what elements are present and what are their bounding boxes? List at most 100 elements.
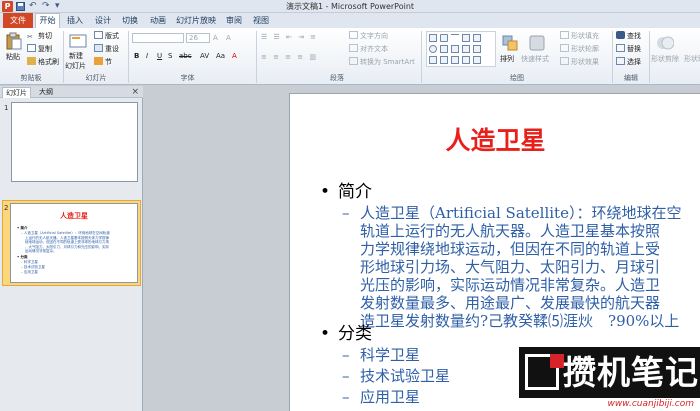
intro-text-line[interactable]: 造卫星发射数量约?己教癸鞣⑸涯炏 ?90%以上 — [360, 312, 679, 330]
select-arrow-icon — [616, 57, 625, 65]
font-name-dropdown[interactable] — [132, 33, 184, 43]
category-item[interactable]: – 技术试验卫星 — [342, 367, 450, 385]
thumbnail-line: – 科学卫星 — [21, 260, 38, 264]
category-item[interactable]: – 应用卫星 — [342, 388, 420, 406]
underline-button[interactable]: U — [157, 51, 162, 61]
slides-pane: 幻灯片 大纲 × 1 2 人造卫星 • 简介 – 人造卫星（Artificial… — [0, 86, 143, 411]
tab-outline-pane[interactable]: 大纲 — [36, 87, 56, 98]
replace-icon — [616, 44, 625, 52]
bullet-categories[interactable]: • 分类 — [320, 324, 372, 344]
shape-rightangle[interactable] — [451, 45, 459, 53]
format-painter-button[interactable]: 格式刷 — [27, 57, 59, 67]
tab-slideshow[interactable]: 幻灯片放映 — [175, 14, 217, 28]
group-label-paragraph: 段落 — [330, 74, 344, 82]
site-watermark: 攒机笔记 www.cuanjibiji.com — [519, 347, 700, 411]
tab-slides-pane[interactable]: 幻灯片 — [2, 87, 31, 98]
text-direction-button[interactable]: 文字方向 — [349, 31, 388, 41]
change-case-button[interactable]: Aa — [216, 51, 225, 61]
shape-textbox[interactable] — [440, 34, 448, 42]
italic-button[interactable]: I — [146, 51, 148, 61]
shape-rectangle[interactable] — [429, 34, 437, 42]
slide-thumbnail-1[interactable] — [11, 102, 138, 182]
shape-arrow[interactable] — [462, 34, 470, 42]
shape-bracket[interactable] — [451, 56, 459, 64]
list-buttons[interactable]: ☰ ☰ ⇤ ⇥ ≡ — [261, 32, 318, 42]
watermark-text: 攒机笔记 — [563, 353, 699, 392]
cut-button[interactable]: ✂ 剪切 — [27, 31, 52, 41]
new-slide-icon[interactable] — [69, 32, 87, 50]
shape-more[interactable] — [473, 56, 481, 64]
shapes-gallery[interactable] — [426, 31, 496, 67]
bullet-intro[interactable]: • 简介 — [320, 182, 372, 202]
select-button[interactable]: 选择 — [616, 57, 641, 67]
thumbnail-line: – 应用卫星 — [21, 270, 38, 274]
shape-outline-button[interactable]: 形状轮廓 — [560, 44, 599, 54]
tab-transitions[interactable]: 切换 — [119, 14, 141, 28]
shape-effects-button[interactable]: 形状效果 — [560, 57, 599, 67]
strikethrough-button[interactable]: abc — [179, 51, 192, 61]
tab-review[interactable]: 审阅 — [223, 14, 245, 28]
intro-text-line[interactable]: 发射数量最多、用途最广、发展最快的航天器 — [360, 294, 660, 312]
intro-text-line[interactable]: 形地球引力场、大气阻力、太阳引力、月球引 — [360, 258, 660, 276]
category-item[interactable]: – 科学卫星 — [342, 346, 420, 364]
section-icon — [94, 57, 103, 65]
shape-brace[interactable] — [473, 45, 481, 53]
shape-flow[interactable] — [462, 56, 470, 64]
close-icon[interactable]: × — [131, 86, 139, 98]
group-label-font: 字体 — [180, 74, 195, 82]
tab-animations[interactable]: 动画 — [147, 14, 169, 28]
section-button[interactable]: 节 — [94, 57, 112, 67]
font-size-grow-shrink[interactable]: A A — [213, 33, 234, 43]
replace-button[interactable]: 替换 — [616, 44, 641, 54]
shape-fill-button[interactable]: 形状填充 — [560, 31, 599, 41]
paste-button[interactable]: 粘贴 — [6, 52, 20, 62]
shape-line[interactable] — [451, 34, 459, 42]
bold-button[interactable]: B — [134, 51, 139, 61]
shape-triangle[interactable] — [440, 45, 448, 53]
arrange-button[interactable]: 排列 — [500, 54, 514, 64]
find-button[interactable]: 查找 — [616, 31, 641, 41]
new-slide-button-label2[interactable]: 幻灯片 — [65, 61, 86, 71]
paste-icon[interactable] — [5, 32, 23, 50]
tab-home[interactable]: 开始 — [35, 13, 60, 28]
copy-button[interactable]: 复制 — [27, 44, 52, 54]
thumbnail-line: • 分类 — [17, 255, 28, 259]
align-text-button[interactable]: 对齐文本 — [349, 44, 388, 54]
intro-text-line[interactable]: – 人造卫星（Artificial Satellite）：环绕地球在空 — [342, 204, 681, 222]
convert-smartart-button[interactable]: 转换为 SmartArt — [349, 57, 415, 67]
shape-subtract-icon[interactable] — [656, 34, 674, 52]
shape-callout[interactable] — [440, 56, 448, 64]
shape-curve[interactable] — [462, 45, 470, 53]
shape-arrow2[interactable] — [473, 34, 481, 42]
font-color-button[interactable]: A — [232, 51, 237, 61]
copy-icon — [27, 44, 36, 52]
brush-icon — [27, 57, 36, 65]
layout-button[interactable]: 版式 — [94, 31, 119, 41]
intro-text-line[interactable]: 轨道上运行的无人航天器。人造卫星基本按照 — [360, 222, 660, 240]
group-label-clipboard: 剪贴板 — [20, 74, 42, 82]
tab-design[interactable]: 设计 — [92, 14, 114, 28]
font-size-dropdown[interactable]: 26 — [186, 33, 210, 43]
shadow-button[interactable]: S — [168, 51, 172, 61]
arrange-icon[interactable] — [501, 34, 519, 52]
shape-oval[interactable] — [429, 45, 437, 53]
intro-text-line[interactable]: 力学规律绕地球运动，但因在不同的轨道上受 — [360, 240, 660, 258]
shape-star[interactable] — [429, 56, 437, 64]
char-spacing-button[interactable]: AV — [200, 51, 209, 61]
smartart-icon — [349, 57, 358, 65]
intro-text-line[interactable]: 光压的影响，实际运动情况非常复杂。人造卫 — [360, 276, 660, 294]
new-slide-button[interactable]: 新建 — [69, 51, 83, 61]
tab-view[interactable]: 视图 — [250, 14, 272, 28]
align-buttons[interactable]: ≡ ≡ ≡ ≡ ▥ — [261, 52, 318, 62]
slide-title[interactable]: 人造卫星 — [290, 126, 700, 156]
quick-styles-icon[interactable] — [528, 34, 546, 52]
tab-insert[interactable]: 插入 — [64, 14, 86, 28]
slide-thumbnail-2[interactable]: 人造卫星 • 简介 – 人造卫星（Artificial Satellite）：环… — [10, 203, 138, 283]
tab-file[interactable]: 文件 — [3, 13, 33, 28]
quick-styles-button[interactable]: 快速样式 — [521, 54, 549, 64]
shape-union-button[interactable]: 形状联 — [684, 54, 700, 64]
ribbon-separator — [649, 31, 650, 83]
group-label-slides: 幻灯片 — [85, 74, 107, 82]
reset-button[interactable]: 重设 — [94, 44, 119, 54]
shape-subtract-button[interactable]: 形状剪除 — [651, 54, 679, 64]
